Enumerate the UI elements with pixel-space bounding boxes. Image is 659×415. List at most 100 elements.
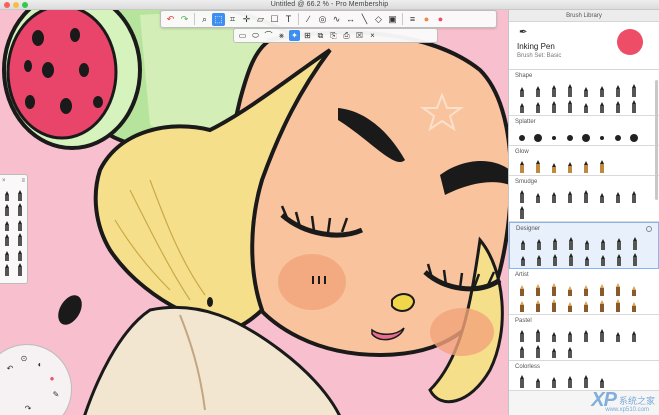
color-wheel-icon[interactable]: ●: [420, 13, 433, 26]
palette-brush[interactable]: [15, 262, 25, 276]
brush-preset[interactable]: [547, 299, 561, 312]
distort-icon[interactable]: ▱: [254, 13, 267, 26]
add-select-icon[interactable]: ⊞: [302, 30, 313, 41]
invert-select-icon[interactable]: ⧉: [315, 30, 326, 41]
brush-section-glow[interactable]: Glow: [509, 146, 659, 176]
french-curve-icon[interactable]: ∿: [330, 13, 343, 26]
brush-preset[interactable]: [611, 283, 625, 296]
freeform-select-icon[interactable]: ⌒: [263, 30, 274, 41]
brush-preset[interactable]: [611, 329, 625, 342]
brush-preset[interactable]: [531, 84, 545, 97]
brush-preset[interactable]: [532, 253, 546, 266]
brush-preset[interactable]: [515, 329, 529, 342]
brush-preset[interactable]: [611, 130, 625, 143]
crop-icon[interactable]: ⌗: [226, 13, 239, 26]
fill-icon[interactable]: ▣: [386, 13, 399, 26]
brush-preset[interactable]: [548, 237, 562, 250]
brush-preset[interactable]: [611, 100, 625, 113]
polyline-select-icon[interactable]: ⨳: [276, 30, 287, 41]
current-brush[interactable]: ✒ Inking Pen Brush Set: Basic: [509, 22, 659, 70]
brush-preset[interactable]: [547, 345, 561, 358]
brush-preset[interactable]: [579, 299, 593, 312]
close-subtool-icon[interactable]: ×: [367, 30, 378, 41]
palette-brush[interactable]: [2, 233, 12, 246]
brush-preset[interactable]: [547, 160, 561, 173]
ellipse-select-icon[interactable]: ⬭: [250, 30, 261, 41]
brush-preset[interactable]: [563, 160, 577, 173]
shape-icon[interactable]: ☐: [268, 13, 281, 26]
brush-preset[interactable]: [547, 283, 561, 296]
stroke-icon[interactable]: ╲: [358, 13, 371, 26]
brush-preset[interactable]: [628, 237, 642, 250]
clear-select-icon[interactable]: ☒: [354, 30, 365, 41]
brush-section-artist[interactable]: Artist: [509, 269, 659, 315]
brush-preset[interactable]: [627, 190, 641, 203]
brush-preset[interactable]: [563, 130, 577, 143]
brush-preset[interactable]: [595, 160, 609, 173]
brush-preset[interactable]: [531, 299, 545, 312]
brush-preset[interactable]: [563, 283, 577, 296]
brush-preset[interactable]: [580, 253, 594, 266]
brush-preset[interactable]: [611, 84, 625, 97]
brush-preset[interactable]: [515, 299, 529, 312]
brush-preset[interactable]: [564, 253, 578, 266]
layers-icon[interactable]: ≡: [406, 13, 419, 26]
palette-brush[interactable]: [15, 202, 25, 216]
redo-puck-icon[interactable]: ↷: [23, 403, 33, 413]
brush-opacity-icon[interactable]: ◐: [35, 359, 45, 369]
brush-preset[interactable]: [579, 130, 593, 143]
palette-brush[interactable]: [2, 188, 12, 201]
brush-preset[interactable]: [547, 190, 561, 203]
palette-brush[interactable]: [2, 263, 12, 276]
undo-puck-icon[interactable]: ↶: [5, 363, 15, 373]
brush-preset[interactable]: [612, 253, 626, 266]
brush-preset[interactable]: [547, 329, 561, 342]
brush-preset[interactable]: [547, 84, 561, 97]
brush-section-shape[interactable]: Shape: [509, 70, 659, 116]
brush-size-icon[interactable]: ⊙: [19, 353, 29, 363]
brush-preset[interactable]: [595, 84, 609, 97]
rect-select-icon[interactable]: ▭: [237, 30, 248, 41]
symmetry-icon[interactable]: ↔: [344, 13, 357, 26]
palette-brush[interactable]: [15, 248, 25, 261]
brush-preset[interactable]: [564, 237, 578, 250]
brush-preset[interactable]: [547, 130, 561, 143]
brush-preset[interactable]: [531, 160, 545, 173]
brush-preset[interactable]: [595, 299, 609, 312]
brush-section-designer[interactable]: Designer: [509, 222, 659, 269]
brush-preset[interactable]: [515, 84, 529, 97]
copy-icon[interactable]: ⎘: [328, 30, 339, 41]
brush-preset[interactable]: [627, 329, 641, 342]
current-color-swatch[interactable]: [617, 29, 643, 55]
brush-preset[interactable]: [532, 237, 546, 250]
brush-preset[interactable]: [579, 283, 593, 296]
redo-icon[interactable]: ↷: [178, 13, 191, 26]
library-scrollbar[interactable]: [655, 80, 658, 200]
undo-icon[interactable]: ↶: [164, 13, 177, 26]
brush-preset[interactable]: [596, 237, 610, 250]
brush-preset[interactable]: [515, 206, 529, 219]
brush-section-smudge[interactable]: Smudge: [509, 176, 659, 222]
brush-preset[interactable]: [531, 329, 545, 342]
brush-preset[interactable]: [612, 237, 626, 250]
brush-preset[interactable]: [611, 190, 625, 203]
brush-preset[interactable]: [531, 100, 545, 113]
brush-preset[interactable]: [580, 237, 594, 250]
brush-preset[interactable]: [627, 283, 641, 296]
brush-preset[interactable]: [516, 253, 530, 266]
brush-preset[interactable]: [563, 345, 577, 358]
ruler-icon[interactable]: ∕: [302, 13, 315, 26]
perspective-icon[interactable]: ◇: [372, 13, 385, 26]
brush-preset[interactable]: [627, 299, 641, 312]
brush-preset[interactable]: [627, 84, 641, 97]
brush-preset[interactable]: [563, 84, 577, 97]
brush-preset[interactable]: [563, 299, 577, 312]
brush-preset[interactable]: [595, 130, 609, 143]
palette-brush[interactable]: [2, 218, 12, 231]
magic-wand-icon[interactable]: ✦: [289, 30, 300, 41]
text-icon[interactable]: T: [282, 13, 295, 26]
brush-preset[interactable]: [595, 329, 609, 342]
palette-brush[interactable]: [15, 188, 25, 201]
brush-preset[interactable]: [563, 329, 577, 342]
brush-preset[interactable]: [596, 253, 610, 266]
